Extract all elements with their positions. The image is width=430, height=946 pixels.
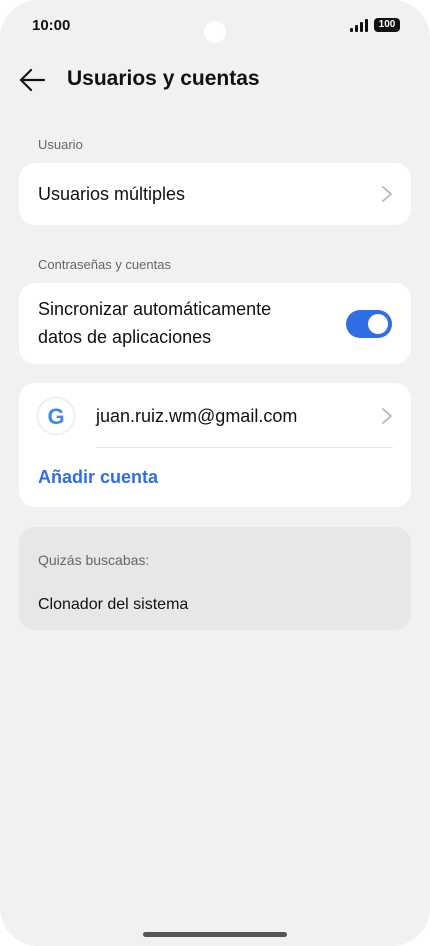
section-label-user: Usuario [38, 137, 83, 152]
suggestions-card: Quizás buscabas: Clonador del sistema [19, 527, 411, 630]
phone-screen: 10:00 100 Usuarios y cuentas Usuario Usu… [0, 0, 430, 946]
multiple-users-label: Usuarios múltiples [38, 184, 186, 204]
sync-label-line2: datos de aplicaciones [38, 327, 212, 347]
multiple-users-row[interactable]: Usuarios múltiples [19, 163, 411, 225]
signal-icon [350, 19, 370, 32]
status-bar: 10:00 100 [0, 0, 430, 50]
google-account-email: juan.ruiz.wm@gmail.com [96, 406, 298, 426]
status-time: 10:00 [32, 17, 71, 34]
add-account-link[interactable]: Añadir cuenta [38, 467, 158, 488]
app-header: Usuarios y cuentas [0, 58, 430, 102]
sync-row[interactable]: Sincronizar automáticamente datos de apl… [19, 283, 411, 364]
toggle-knob [368, 314, 388, 334]
google-icon: G [38, 398, 74, 434]
suggestion-item[interactable]: Clonador del sistema [38, 596, 188, 614]
svg-text:G: G [47, 404, 64, 429]
divider [96, 447, 393, 448]
accounts-card: G juan.ruiz.wm@gmail.com Añadir cuenta [19, 383, 411, 507]
battery-icon: 100 [374, 18, 400, 32]
chevron-right-icon [382, 408, 392, 424]
sync-toggle[interactable] [346, 310, 392, 338]
section-label-passwords: Contraseñas y cuentas [38, 257, 171, 272]
front-camera [204, 21, 226, 43]
home-indicator[interactable] [143, 932, 287, 937]
suggestions-label: Quizás buscabas: [38, 552, 150, 568]
page-title: Usuarios y cuentas [67, 67, 260, 90]
chevron-right-icon [382, 186, 392, 202]
google-account-row[interactable]: G juan.ruiz.wm@gmail.com [19, 383, 411, 447]
back-arrow-icon [19, 68, 46, 92]
sync-label-line1: Sincronizar automáticamente [38, 299, 272, 319]
back-button[interactable] [16, 64, 50, 96]
